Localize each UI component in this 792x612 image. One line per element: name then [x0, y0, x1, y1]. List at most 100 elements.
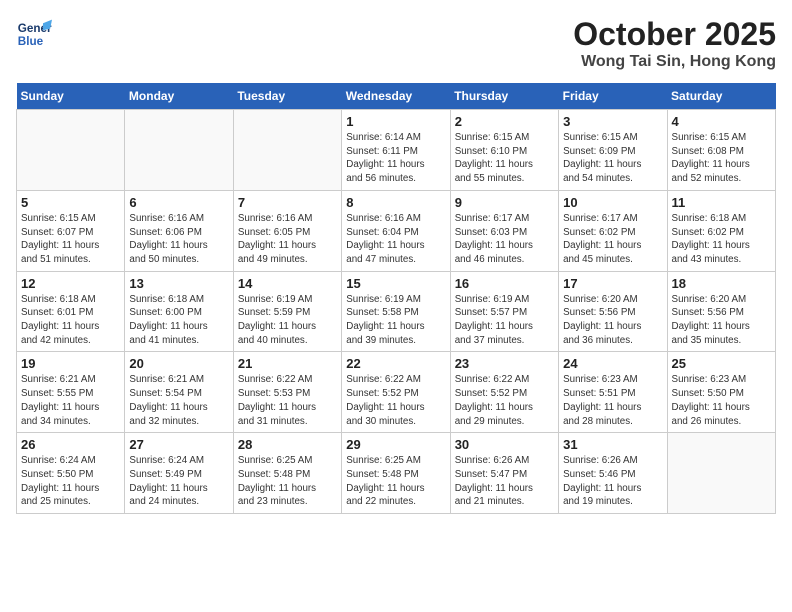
calendar-cell	[233, 110, 341, 191]
calendar-cell: 19Sunrise: 6:21 AM Sunset: 5:55 PM Dayli…	[17, 352, 125, 433]
day-number: 10	[563, 195, 662, 210]
calendar-cell: 27 Sunrise: 6:24 AM Sunset: 5:49 PM Dayli…	[125, 433, 233, 514]
day-info: Sunrise: 6:18 AM Sunset: 6:02 PM Dayligh…	[672, 212, 771, 267]
calendar-cell: 28 Sunrise: 6:25 AM Sunset: 5:48 PM Dayli…	[233, 433, 341, 514]
day-info: Sunrise: 6:18 AM Sunset: 6:01 PM Dayligh…	[21, 293, 120, 348]
weekday-header-tuesday: Tuesday	[233, 83, 341, 110]
calendar-cell: 29Sunrise: 6:25 AM Sunset: 5:48 PM Dayli…	[342, 433, 450, 514]
calendar-cell: 11 Sunrise: 6:18 AM Sunset: 6:02 PM Dayli…	[667, 190, 775, 271]
weekday-header-saturday: Saturday	[667, 83, 775, 110]
day-number: 4	[672, 114, 771, 129]
day-number: 25	[672, 356, 771, 371]
day-number: 26	[21, 437, 120, 452]
day-info: Sunrise: 6:15 AM Sunset: 6:09 PM Dayligh…	[563, 131, 662, 186]
day-number: 18	[672, 276, 771, 291]
calendar-cell	[17, 110, 125, 191]
day-number: 16	[455, 276, 554, 291]
day-info: Sunrise: 6:21 AM Sunset: 5:54 PM Dayligh…	[129, 373, 228, 428]
day-info: Sunrise: 6:20 AM Sunset: 5:56 PM Dayligh…	[672, 293, 771, 348]
day-info: Sunrise: 6:16 AM Sunset: 6:05 PM Dayligh…	[238, 212, 337, 267]
day-info: Sunrise: 6:16 AM Sunset: 6:04 PM Dayligh…	[346, 212, 445, 267]
calendar-cell: 4 Sunrise: 6:15 AM Sunset: 6:08 PM Daylig…	[667, 110, 775, 191]
calendar-cell: 15 Sunrise: 6:19 AM Sunset: 5:58 PM Dayli…	[342, 271, 450, 352]
day-info: Sunrise: 6:15 AM Sunset: 6:07 PM Dayligh…	[21, 212, 120, 267]
day-info: Sunrise: 6:16 AM Sunset: 6:06 PM Dayligh…	[129, 212, 228, 267]
day-number: 11	[672, 195, 771, 210]
day-number: 27	[129, 437, 228, 452]
calendar-cell: 17 Sunrise: 6:20 AM Sunset: 5:56 PM Dayli…	[559, 271, 667, 352]
calendar-cell: 23 Sunrise: 6:22 AM Sunset: 5:52 PM Dayli…	[450, 352, 558, 433]
day-number: 29	[346, 437, 445, 452]
calendar-cell: 26 Sunrise: 6:24 AM Sunset: 5:50 PM Dayli…	[17, 433, 125, 514]
week-row-1: 1Sunrise: 6:14 AM Sunset: 6:11 PM Daylig…	[17, 110, 776, 191]
day-number: 14	[238, 276, 337, 291]
calendar-cell: 1Sunrise: 6:14 AM Sunset: 6:11 PM Daylig…	[342, 110, 450, 191]
weekday-header-sunday: Sunday	[17, 83, 125, 110]
day-info: Sunrise: 6:14 AM Sunset: 6:11 PM Dayligh…	[346, 131, 445, 186]
day-number: 31	[563, 437, 662, 452]
week-row-5: 26 Sunrise: 6:24 AM Sunset: 5:50 PM Dayli…	[17, 433, 776, 514]
day-info: Sunrise: 6:24 AM Sunset: 5:50 PM Dayligh…	[21, 454, 120, 509]
day-info: Sunrise: 6:19 AM Sunset: 5:57 PM Dayligh…	[455, 293, 554, 348]
day-number: 9	[455, 195, 554, 210]
day-info: Sunrise: 6:19 AM Sunset: 5:59 PM Dayligh…	[238, 293, 337, 348]
calendar-cell: 3Sunrise: 6:15 AM Sunset: 6:09 PM Daylig…	[559, 110, 667, 191]
day-info: Sunrise: 6:23 AM Sunset: 5:50 PM Dayligh…	[672, 373, 771, 428]
day-info: Sunrise: 6:25 AM Sunset: 5:48 PM Dayligh…	[238, 454, 337, 509]
calendar-cell: 13 Sunrise: 6:18 AM Sunset: 6:00 PM Dayli…	[125, 271, 233, 352]
day-info: Sunrise: 6:18 AM Sunset: 6:00 PM Dayligh…	[129, 293, 228, 348]
calendar-cell: 30Sunrise: 6:26 AM Sunset: 5:47 PM Dayli…	[450, 433, 558, 514]
calendar-cell: 24 Sunrise: 6:23 AM Sunset: 5:51 PM Dayli…	[559, 352, 667, 433]
day-info: Sunrise: 6:15 AM Sunset: 6:10 PM Dayligh…	[455, 131, 554, 186]
calendar-cell: 9Sunrise: 6:17 AM Sunset: 6:03 PM Daylig…	[450, 190, 558, 271]
calendar-header: SundayMondayTuesdayWednesdayThursdayFrid…	[17, 83, 776, 110]
svg-text:Blue: Blue	[18, 35, 44, 48]
day-number: 15	[346, 276, 445, 291]
month-title: October 2025	[573, 16, 776, 53]
day-number: 6	[129, 195, 228, 210]
day-number: 20	[129, 356, 228, 371]
title-area: October 2025 Wong Tai Sin, Hong Kong	[573, 16, 776, 71]
calendar-cell: 14 Sunrise: 6:19 AM Sunset: 5:59 PM Dayli…	[233, 271, 341, 352]
weekday-header-friday: Friday	[559, 83, 667, 110]
day-number: 8	[346, 195, 445, 210]
calendar-cell: 2 Sunrise: 6:15 AM Sunset: 6:10 PM Daylig…	[450, 110, 558, 191]
calendar-cell: 21Sunrise: 6:22 AM Sunset: 5:53 PM Dayli…	[233, 352, 341, 433]
day-info: Sunrise: 6:20 AM Sunset: 5:56 PM Dayligh…	[563, 293, 662, 348]
day-number: 24	[563, 356, 662, 371]
calendar-cell: 20 Sunrise: 6:21 AM Sunset: 5:54 PM Dayli…	[125, 352, 233, 433]
day-info: Sunrise: 6:21 AM Sunset: 5:55 PM Dayligh…	[21, 373, 120, 428]
day-info: Sunrise: 6:26 AM Sunset: 5:46 PM Dayligh…	[563, 454, 662, 509]
day-number: 7	[238, 195, 337, 210]
calendar-cell: 10 Sunrise: 6:17 AM Sunset: 6:02 PM Dayli…	[559, 190, 667, 271]
calendar-cell	[125, 110, 233, 191]
day-info: Sunrise: 6:24 AM Sunset: 5:49 PM Dayligh…	[129, 454, 228, 509]
location-title: Wong Tai Sin, Hong Kong	[573, 53, 776, 71]
calendar-cell: 8 Sunrise: 6:16 AM Sunset: 6:04 PM Daylig…	[342, 190, 450, 271]
day-number: 30	[455, 437, 554, 452]
day-number: 23	[455, 356, 554, 371]
logo-icon: General Blue	[16, 16, 52, 52]
logo: General Blue	[16, 16, 52, 52]
day-info: Sunrise: 6:23 AM Sunset: 5:51 PM Dayligh…	[563, 373, 662, 428]
day-info: Sunrise: 6:22 AM Sunset: 5:52 PM Dayligh…	[455, 373, 554, 428]
calendar-cell: 6 Sunrise: 6:16 AM Sunset: 6:06 PM Daylig…	[125, 190, 233, 271]
day-number: 12	[21, 276, 120, 291]
day-number: 2	[455, 114, 554, 129]
day-number: 22	[346, 356, 445, 371]
day-number: 13	[129, 276, 228, 291]
day-number: 5	[21, 195, 120, 210]
day-number: 21	[238, 356, 337, 371]
week-row-2: 5 Sunrise: 6:15 AM Sunset: 6:07 PM Daylig…	[17, 190, 776, 271]
weekday-header-wednesday: Wednesday	[342, 83, 450, 110]
page-header: General Blue October 2025 Wong Tai Sin, …	[16, 16, 776, 71]
weekday-header-thursday: Thursday	[450, 83, 558, 110]
calendar-cell	[667, 433, 775, 514]
day-info: Sunrise: 6:19 AM Sunset: 5:58 PM Dayligh…	[346, 293, 445, 348]
day-info: Sunrise: 6:15 AM Sunset: 6:08 PM Dayligh…	[672, 131, 771, 186]
day-number: 28	[238, 437, 337, 452]
week-row-3: 12 Sunrise: 6:18 AM Sunset: 6:01 PM Dayli…	[17, 271, 776, 352]
day-number: 17	[563, 276, 662, 291]
weekday-header-monday: Monday	[125, 83, 233, 110]
day-info: Sunrise: 6:17 AM Sunset: 6:02 PM Dayligh…	[563, 212, 662, 267]
